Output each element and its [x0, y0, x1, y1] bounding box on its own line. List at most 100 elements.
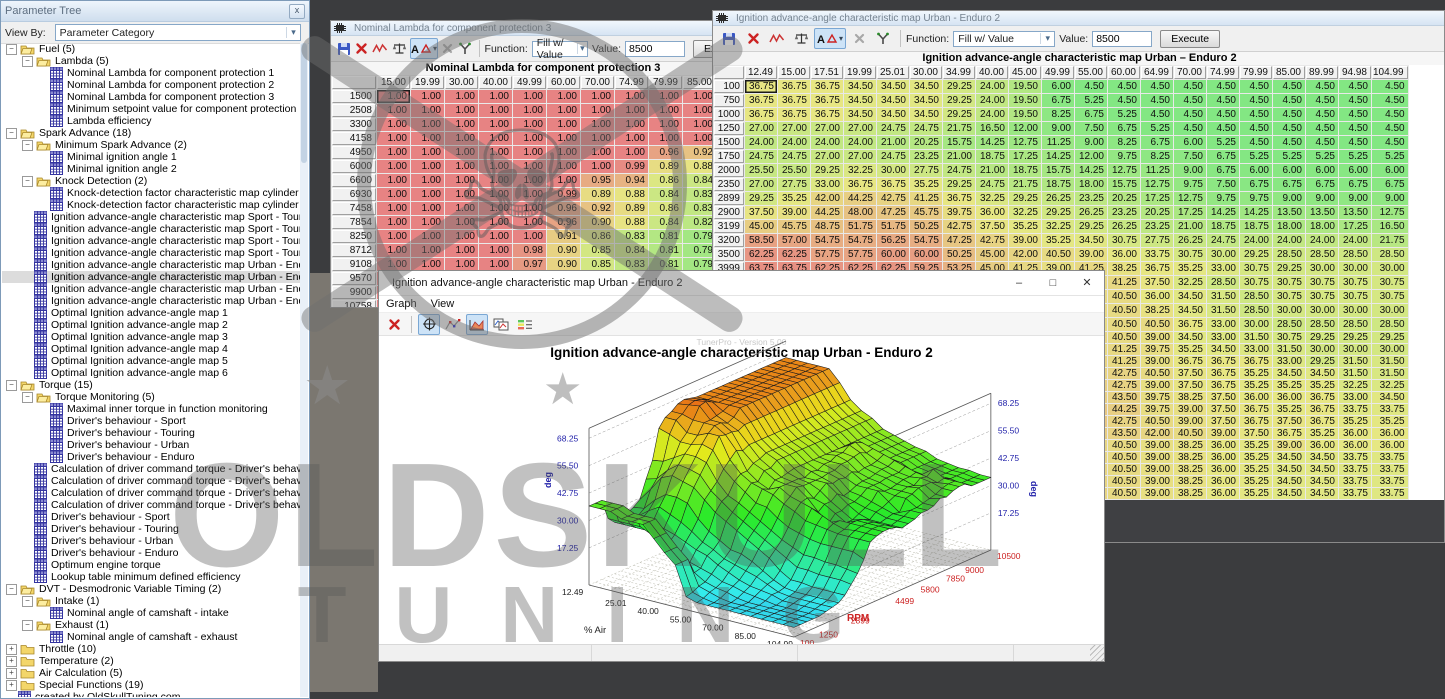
map-cell[interactable]: 4.50 [1174, 122, 1206, 135]
map-cell[interactable]: 39.00 [1141, 476, 1173, 487]
tree-item[interactable]: Driver's behaviour - Touring [2, 427, 300, 439]
map-cell[interactable]: 38.25 [1174, 476, 1206, 487]
map-cell[interactable]: 38.25 [1174, 488, 1206, 499]
map-cell[interactable]: 60.00 [910, 248, 942, 261]
map-cell[interactable]: 17.25 [1141, 192, 1173, 205]
map-cell[interactable]: 40.50 [1108, 488, 1140, 499]
map-cell[interactable]: 33.75 [1339, 452, 1371, 463]
map-cell[interactable]: 34.50 [844, 108, 876, 121]
map-cell[interactable]: 1.00 [547, 160, 580, 173]
tree-item[interactable]: −Torque Monitoring (5) [2, 391, 300, 403]
map-cell[interactable]: 1.00 [411, 132, 444, 145]
map-cell[interactable]: 35.25 [1240, 452, 1272, 463]
map-cell[interactable]: 14.25 [1207, 206, 1239, 219]
map-cell[interactable]: 57.00 [778, 234, 810, 247]
map-cell[interactable]: 39.00 [1141, 380, 1173, 391]
close-icon[interactable]: x [289, 4, 305, 19]
map-cell[interactable]: 9.00 [1273, 192, 1305, 205]
map-cell[interactable]: 34.50 [1372, 392, 1408, 403]
column-header[interactable]: 15.00 [778, 66, 810, 79]
map-cell[interactable]: 29.25 [943, 178, 975, 191]
column-header[interactable]: 79.99 [1240, 66, 1272, 79]
map-cell[interactable]: 24.75 [745, 150, 777, 163]
row-header[interactable]: 750 [714, 94, 744, 107]
map-cell[interactable]: 0.94 [615, 174, 648, 187]
map-cell[interactable]: 1.00 [547, 90, 580, 103]
map-cell[interactable]: 29.25 [943, 80, 975, 93]
map-cell[interactable]: 8.25 [1141, 150, 1173, 163]
map-cell[interactable]: 33.75 [1372, 404, 1408, 415]
map-cell[interactable]: 0.84 [649, 216, 682, 229]
map-cell[interactable]: 5.25 [1141, 122, 1173, 135]
map-cell[interactable]: 36.75 [811, 108, 843, 121]
map-cell[interactable]: 9.00 [1306, 192, 1338, 205]
map-cell[interactable]: 36.75 [1240, 356, 1272, 367]
map-cell[interactable]: 24.00 [745, 136, 777, 149]
map-cell[interactable]: 30.75 [1273, 332, 1305, 343]
map-cell[interactable]: 1.00 [377, 202, 410, 215]
map-cell[interactable]: 0.91 [547, 230, 580, 243]
map-cell[interactable]: 24.75 [910, 122, 942, 135]
collapse-icon[interactable]: − [22, 392, 33, 403]
map-cell[interactable]: 24.75 [943, 164, 975, 177]
map-cell[interactable]: 4.50 [1339, 94, 1371, 107]
map-cell[interactable]: 19.50 [1009, 108, 1041, 121]
map-cell[interactable]: 1.00 [479, 90, 512, 103]
map-cell[interactable]: 34.50 [1306, 476, 1338, 487]
map-cell[interactable]: 51.75 [844, 220, 876, 233]
map-cell[interactable]: 1.00 [377, 132, 410, 145]
map-cell[interactable]: 6.00 [1042, 80, 1074, 93]
map-cell[interactable]: 24.00 [844, 136, 876, 149]
map-cell[interactable]: 42.00 [1141, 428, 1173, 439]
map-cell[interactable]: 23.25 [1108, 206, 1140, 219]
tree-item[interactable]: −Minimum Spark Advance (2) [2, 139, 300, 151]
map-cell[interactable]: 31.50 [1207, 304, 1239, 317]
row-header[interactable]: 9108 [332, 258, 376, 271]
map-cell[interactable]: 29.25 [1372, 332, 1408, 343]
tree-item[interactable]: Ignition advance-angle characteristic ma… [2, 271, 300, 283]
map-cell[interactable]: 36.75 [745, 94, 777, 107]
map-cell[interactable]: 6.00 [1339, 164, 1371, 177]
map-cell[interactable]: 33.75 [1339, 404, 1371, 415]
map-cell[interactable]: 30.00 [1372, 262, 1408, 275]
map-cell[interactable]: 12.75 [1009, 136, 1041, 149]
collapse-icon[interactable]: − [22, 56, 33, 67]
map-cell[interactable]: 29.25 [943, 94, 975, 107]
map-cell[interactable]: 24.75 [976, 178, 1008, 191]
map-cell[interactable]: 1.00 [547, 132, 580, 145]
map-cell[interactable]: 15.75 [943, 136, 975, 149]
tree-item[interactable]: Lookup table minimum defined efficiency [2, 571, 300, 583]
surface-plot[interactable]: 17.2517.2530.0030.0042.7542.7555.5055.50… [379, 333, 1105, 653]
map-cell[interactable]: 6.75 [1207, 164, 1239, 177]
map-cell[interactable]: 56.25 [877, 234, 909, 247]
row-header[interactable]: 6930 [332, 188, 376, 201]
tree-item[interactable]: Optimal Ignition advance-angle map 2 [2, 319, 300, 331]
tree-item[interactable]: Knock-detection factor characteristic ma… [2, 187, 300, 199]
map-cell[interactable]: 14.25 [1075, 164, 1107, 177]
minimize-button[interactable]: – [1002, 271, 1036, 295]
tree-item[interactable]: Ignition advance-angle characteristic ma… [2, 247, 300, 259]
column-header[interactable]: 19.99 [411, 76, 444, 89]
map-cell[interactable]: 1.00 [479, 216, 512, 229]
map-cell[interactable]: 17.25 [1174, 206, 1206, 219]
map-cell[interactable]: 13.50 [1339, 206, 1371, 219]
map-cell[interactable]: 29.25 [1306, 356, 1338, 367]
delete-button[interactable] [742, 28, 764, 49]
map-cell[interactable]: 45.75 [778, 220, 810, 233]
map-cell[interactable]: 33.00 [1207, 332, 1239, 343]
map-cell[interactable]: 4.50 [1306, 136, 1338, 149]
map-cell[interactable]: 33.00 [1207, 262, 1239, 275]
map-cell[interactable]: 30.75 [1174, 248, 1206, 261]
map-cell[interactable]: 1.00 [411, 216, 444, 229]
map-cell[interactable]: 1.00 [513, 188, 546, 201]
map-cell[interactable]: 1.00 [513, 90, 546, 103]
map-cell[interactable]: 5.25 [1240, 150, 1272, 163]
row-header[interactable]: 2000 [714, 164, 744, 177]
map-cell[interactable]: 30.00 [1306, 262, 1338, 275]
map-cell[interactable]: 29.25 [745, 192, 777, 205]
map-cell[interactable]: 20.25 [1141, 206, 1173, 219]
map-cell[interactable]: 35.25 [778, 192, 810, 205]
tree-item[interactable]: Optimal Ignition advance-angle map 5 [2, 355, 300, 367]
map-cell[interactable]: 1.00 [411, 188, 444, 201]
map-cell[interactable]: 26.25 [1075, 206, 1107, 219]
